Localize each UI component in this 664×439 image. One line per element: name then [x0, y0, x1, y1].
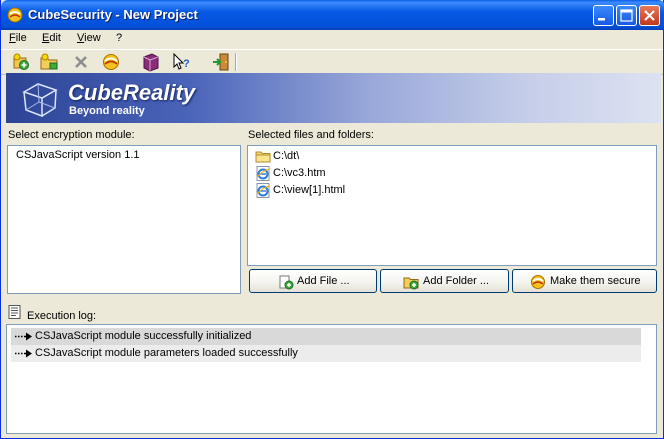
- whats-this-icon[interactable]: ?: [171, 52, 191, 72]
- execution-log-list[interactable]: CSJavaScript module successfully initial…: [6, 324, 657, 434]
- minimize-button[interactable]: [593, 5, 614, 26]
- cube-logo-icon: [22, 83, 58, 118]
- add-file-icon: [279, 275, 294, 290]
- menu-help[interactable]: ?: [116, 32, 122, 44]
- menu-edit[interactable]: Edit: [42, 32, 61, 44]
- arrow-right-icon: [15, 349, 32, 358]
- ie-document-icon: [256, 166, 271, 181]
- maximize-icon: [620, 9, 633, 22]
- encryption-module-list[interactable]: CSJavaScript version 1.1: [7, 145, 241, 294]
- selected-files-label: Selected files and folders:: [248, 129, 374, 141]
- window-title: CubeSecurity - New Project: [28, 7, 198, 22]
- brand-slogan: Beyond reality: [69, 105, 145, 117]
- new-project-icon[interactable]: [11, 52, 31, 72]
- delete-icon[interactable]: [71, 52, 91, 72]
- minimize-icon: [598, 18, 605, 21]
- encryption-module-label: Select encryption module:: [8, 129, 135, 141]
- file-item[interactable]: C:\vc3.htm: [248, 165, 648, 182]
- folder-icon: [255, 151, 271, 163]
- close-icon: [644, 10, 655, 21]
- help-book-icon[interactable]: [141, 52, 161, 72]
- file-item[interactable]: C:\dt\: [248, 148, 648, 165]
- main-window: CubeSecurity - New Project File Edit Vie…: [0, 0, 664, 439]
- title-bar[interactable]: CubeSecurity - New Project: [1, 0, 664, 30]
- menu-bar: File Edit View ?: [1, 30, 663, 48]
- list-item[interactable]: CSJavaScript version 1.1: [16, 147, 140, 164]
- add-folder-icon: [403, 277, 419, 290]
- svg-text:?: ?: [183, 58, 190, 70]
- log-icon: [8, 305, 21, 319]
- make-secure-button[interactable]: Make them secure: [512, 269, 657, 293]
- add-file-label: Add File ...: [297, 275, 350, 287]
- add-folder-button[interactable]: Add Folder ...: [380, 269, 509, 293]
- exit-icon[interactable]: [211, 52, 231, 72]
- toolbar-separator: [235, 53, 237, 71]
- maximize-button[interactable]: [616, 5, 637, 26]
- open-project-icon[interactable]: [39, 52, 59, 72]
- brand-name: CubeReality: [68, 80, 196, 105]
- toolbar: ?: [1, 49, 663, 75]
- file-item[interactable]: C:\view[1].html: [248, 182, 648, 199]
- secure-icon[interactable]: [101, 52, 121, 72]
- add-file-button[interactable]: Add File ...: [249, 269, 377, 293]
- ie-document-icon: [256, 183, 271, 198]
- secure-icon: [531, 275, 545, 289]
- app-icon: [7, 7, 23, 23]
- log-entry: CSJavaScript module parameters loaded su…: [11, 345, 641, 362]
- execution-log-label: Execution log:: [27, 310, 97, 322]
- menu-file[interactable]: File: [9, 32, 27, 44]
- selected-files-list[interactable]: C:\dt\ C:\vc3.htm C:\view[1].html: [247, 145, 657, 266]
- log-entry: CSJavaScript module successfully initial…: [11, 328, 641, 345]
- arrow-right-icon: [15, 332, 32, 341]
- add-folder-label: Add Folder ...: [423, 275, 490, 287]
- menu-view[interactable]: View: [77, 32, 101, 44]
- close-button[interactable]: [639, 5, 660, 26]
- make-secure-label: Make them secure: [550, 275, 641, 287]
- brand-banner: CubeReality Beyond reality: [6, 73, 661, 123]
